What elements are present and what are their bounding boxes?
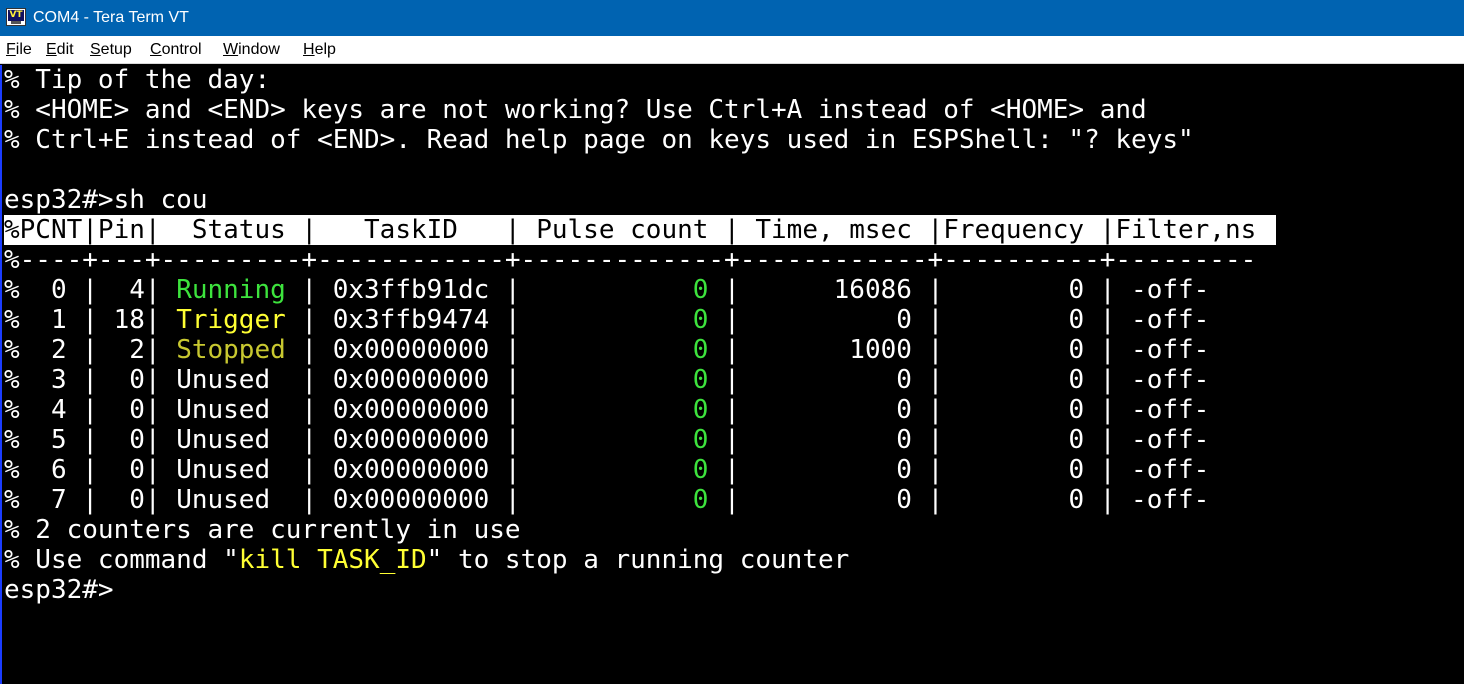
usage-suffix: " to stop a running counter: [426, 545, 850, 575]
row-index-pin: % 1 | 18|: [4, 305, 177, 335]
terminal-screen[interactable]: % Tip of the day: % <HOME> and <END> key…: [0, 65, 1464, 684]
tip-line-1: % Tip of the day:: [4, 65, 271, 95]
status-unused: Unused: [176, 425, 286, 455]
row-index-pin: % 2 | 2|: [4, 335, 177, 365]
pulse-count: 0: [520, 425, 709, 455]
row-taskid: | 0x00000000 |: [285, 335, 521, 365]
title-bar[interactable]: VT COM4 - Tera Term VT: [0, 0, 1464, 36]
row-index-pin: % 4 | 0|: [4, 395, 177, 425]
status-unused: Unused: [176, 485, 286, 515]
command-line: esp32#>sh cou: [4, 185, 208, 215]
menu-bar: File Edit Setup Control Window Help: [0, 36, 1464, 64]
table-row: % 6 | 0| Unused | 0x00000000 | 0 | 0 | 0…: [4, 455, 1209, 485]
tip-line-3: % Ctrl+E instead of <END>. Read help pag…: [4, 125, 1194, 155]
row-rest: | 0 | 0 | -off-: [708, 305, 1210, 335]
status-stopped: Stopped: [176, 335, 286, 365]
table-row: % 5 | 0| Unused | 0x00000000 | 0 | 0 | 0…: [4, 425, 1209, 455]
summary-line: % 2 counters are currently in use: [4, 515, 521, 545]
row-taskid: | 0x00000000 |: [285, 425, 521, 455]
shell-prompt[interactable]: esp32#>: [4, 575, 114, 605]
table-row: % 2 | 2| Stopped | 0x00000000 | 0 | 1000…: [4, 335, 1209, 365]
status-trigger: Trigger: [176, 305, 286, 335]
row-taskid: | 0x3ffb9474 |: [285, 305, 521, 335]
table-row: % 4 | 0| Unused | 0x00000000 | 0 | 0 | 0…: [4, 395, 1209, 425]
usage-line: % Use command "kill TASK_ID" to stop a r…: [4, 545, 849, 575]
table-row: % 0 | 4| Running | 0x3ffb91dc | 0 | 1608…: [4, 275, 1209, 305]
pulse-count: 0: [520, 335, 709, 365]
row-taskid: | 0x00000000 |: [285, 395, 521, 425]
menu-setup[interactable]: Setup: [90, 40, 132, 60]
table-header: %PCNT|Pin| Status | TaskID | Pulse count…: [4, 215, 1277, 245]
pulse-count: 0: [520, 485, 709, 515]
row-rest: | 0 | 0 | -off-: [708, 365, 1210, 395]
tip-line-2: % <HOME> and <END> keys are not working?…: [4, 95, 1147, 125]
status-unused: Unused: [176, 455, 286, 485]
pulse-count: 0: [520, 305, 709, 335]
row-rest: | 0 | 0 | -off-: [708, 395, 1210, 425]
menu-edit[interactable]: Edit: [46, 40, 74, 60]
pulse-count: 0: [520, 455, 709, 485]
row-index-pin: % 3 | 0|: [4, 365, 177, 395]
status-unused: Unused: [176, 395, 286, 425]
row-taskid: | 0x00000000 |: [285, 365, 521, 395]
row-index-pin: % 7 | 0|: [4, 485, 177, 515]
usage-prefix: % Use command ": [4, 545, 239, 575]
status-unused: Unused: [176, 365, 286, 395]
row-rest: | 1000 | 0 | -off-: [708, 335, 1210, 365]
usage-command: kill TASK_ID: [238, 545, 427, 575]
table-row: % 3 | 0| Unused | 0x00000000 | 0 | 0 | 0…: [4, 365, 1209, 395]
row-index-pin: % 0 | 4|: [4, 275, 177, 305]
app-icon-label: VT: [8, 10, 24, 21]
menu-file[interactable]: File: [6, 40, 32, 60]
app-icon-base: [11, 21, 21, 24]
row-rest: | 0 | 0 | -off-: [708, 485, 1210, 515]
row-rest: | 16086 | 0 | -off-: [708, 275, 1210, 305]
table-separator: %----+---+---------+------------+-------…: [4, 245, 1257, 275]
pulse-count: 0: [520, 365, 709, 395]
menu-control[interactable]: Control: [150, 40, 202, 60]
menu-window[interactable]: Window: [223, 40, 280, 60]
row-index-pin: % 5 | 0|: [4, 425, 177, 455]
row-rest: | 0 | 0 | -off-: [708, 425, 1210, 455]
status-running: Running: [176, 275, 286, 305]
window-title: COM4 - Tera Term VT: [33, 9, 189, 26]
tera-term-icon[interactable]: VT: [6, 8, 26, 26]
row-taskid: | 0x00000000 |: [285, 455, 521, 485]
terminal-window: VT COM4 - Tera Term VT File Edit Setup C…: [0, 0, 1464, 684]
row-taskid: | 0x00000000 |: [285, 485, 521, 515]
table-row: % 7 | 0| Unused | 0x00000000 | 0 | 0 | 0…: [4, 485, 1209, 515]
pulse-count: 0: [520, 275, 709, 305]
pulse-count: 0: [520, 395, 709, 425]
menu-help[interactable]: Help: [303, 40, 336, 60]
row-index-pin: % 6 | 0|: [4, 455, 177, 485]
row-rest: | 0 | 0 | -off-: [708, 455, 1210, 485]
row-taskid: | 0x3ffb91dc |: [285, 275, 521, 305]
table-row: % 1 | 18| Trigger | 0x3ffb9474 | 0 | 0 |…: [4, 305, 1209, 335]
